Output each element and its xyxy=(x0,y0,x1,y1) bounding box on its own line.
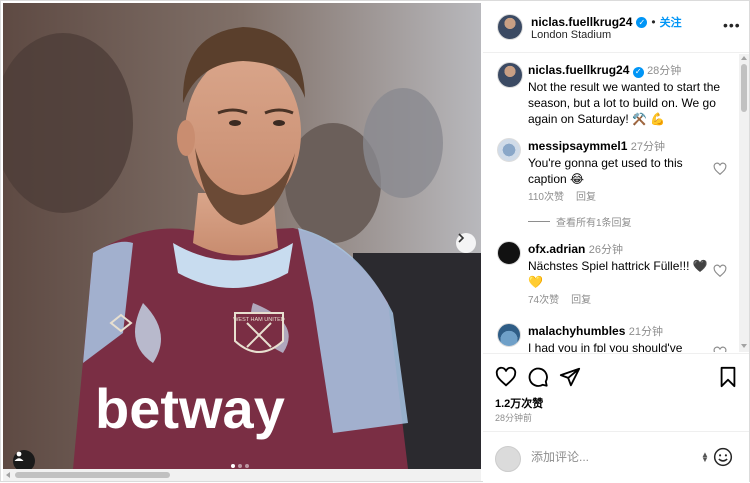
avatar[interactable] xyxy=(497,138,521,162)
comment-body: malachyhumbles 21分钟 I had you in fpl you… xyxy=(528,323,708,352)
comment-meta: 74次赞 回复 xyxy=(528,293,708,309)
comment-text: Nächstes Spiel hattrick Fülle!!! 🖤 💛 xyxy=(528,259,708,289)
send-icon[interactable] xyxy=(559,366,581,388)
tagged-users-button[interactable] xyxy=(13,450,35,469)
comment-likes[interactable]: 74次赞 xyxy=(528,293,559,309)
horizontal-scrollbar[interactable] xyxy=(3,469,481,481)
caption-body: niclas.fuellkrug24 ✓ 28分钟 Not the result… xyxy=(528,62,738,127)
input-spinner-icon[interactable]: ▲ ▼ xyxy=(701,451,709,464)
scrollbar-thumb[interactable] xyxy=(741,64,747,112)
comment-input[interactable]: 添加评论... xyxy=(531,448,589,465)
verified-badge-icon: ✓ xyxy=(632,66,644,78)
carousel-dot xyxy=(245,464,249,468)
post-sidebar: niclas.fuellkrug24 ✓ • 关注 London Stadium… xyxy=(483,1,749,483)
avatar xyxy=(495,446,521,472)
reply-button[interactable]: 回复 xyxy=(571,293,591,309)
comment-likes[interactable]: 110次赞 xyxy=(528,190,564,206)
caption-username[interactable]: niclas.fuellkrug24 xyxy=(528,63,629,77)
comment-composer: 添加评论... ▲ ▼ xyxy=(483,431,749,483)
bookmark-icon[interactable] xyxy=(717,366,739,388)
comment-text: You're gonna get used to this caption 😂 xyxy=(528,156,683,186)
post-dialog: WEST HAM UNITED betway niclas.fuellkrug2… xyxy=(0,0,750,483)
avatar[interactable] xyxy=(497,14,523,40)
scrollbar-thumb[interactable] xyxy=(15,472,170,478)
next-image-button[interactable] xyxy=(456,233,476,253)
more-icon[interactable]: ••• xyxy=(723,17,741,33)
player-photo: WEST HAM UNITED betway xyxy=(3,3,481,469)
scroll-up-icon[interactable] xyxy=(741,56,747,60)
comment-icon[interactable] xyxy=(527,366,549,388)
post-image[interactable]: WEST HAM UNITED betway xyxy=(3,3,481,469)
vertical-scrollbar[interactable] xyxy=(739,54,749,352)
replies-divider xyxy=(528,221,550,222)
action-bar: 1.2万次赞 28分钟前 xyxy=(483,353,749,431)
separator-dot: • xyxy=(651,15,656,29)
svg-text:WEST HAM UNITED: WEST HAM UNITED xyxy=(233,317,285,323)
author-username[interactable]: niclas.fuellkrug24 xyxy=(531,15,632,29)
avatar[interactable] xyxy=(497,62,523,88)
comment-username[interactable]: messipsaymmel1 xyxy=(528,139,627,153)
comment-body: ofx.adrian 26分钟 Nächstes Spiel hattrick … xyxy=(528,241,708,309)
heart-icon[interactable] xyxy=(713,264,727,278)
reply-button[interactable]: 回复 xyxy=(576,190,596,206)
scroll-left-icon[interactable] xyxy=(6,472,10,478)
avatar[interactable] xyxy=(497,241,521,265)
carousel-dot xyxy=(231,464,235,468)
post-timestamp: 28分钟前 xyxy=(495,413,533,423)
comment-time: 26分钟 xyxy=(588,244,623,256)
carousel-dot xyxy=(238,464,242,468)
user-icon xyxy=(14,451,24,461)
caption-time: 28分钟 xyxy=(647,65,682,77)
comments-list[interactable]: niclas.fuellkrug24 ✓ 28分钟 Not the result… xyxy=(483,54,739,352)
likes-count[interactable]: 1.2万次赞 xyxy=(495,395,543,411)
shirt-sponsor-text: betway xyxy=(95,377,285,440)
scroll-down-icon[interactable] xyxy=(741,344,747,348)
carousel-indicator xyxy=(231,464,249,468)
verified-badge-icon: ✓ xyxy=(636,16,648,28)
comment-meta: 110次赞 回复 xyxy=(528,190,708,206)
header-user-row: niclas.fuellkrug24 ✓ • 关注 xyxy=(531,14,682,30)
heart-icon[interactable] xyxy=(713,162,727,176)
caption-text: Not the result we wanted to start the se… xyxy=(528,80,721,126)
view-replies-text: 查看所有1条回复 xyxy=(556,218,632,229)
view-replies-link[interactable]: 查看所有1条回复 xyxy=(528,214,632,229)
location-link[interactable]: London Stadium xyxy=(531,29,611,41)
follow-button[interactable]: 关注 xyxy=(660,14,682,30)
comment-text: I had you in fpl you should've xyxy=(528,341,683,352)
post-header: niclas.fuellkrug24 ✓ • 关注 London Stadium… xyxy=(483,1,749,53)
emoji-icon[interactable] xyxy=(713,447,733,467)
comment-body: messipsaymmel1 27分钟 You're gonna get use… xyxy=(528,138,708,206)
comment-time: 27分钟 xyxy=(630,141,665,153)
comment-time: 21分钟 xyxy=(628,326,663,338)
chevron-right-icon xyxy=(458,233,465,243)
heart-icon[interactable] xyxy=(495,366,517,388)
heart-icon[interactable] xyxy=(713,346,727,352)
comment-username[interactable]: ofx.adrian xyxy=(528,242,585,256)
avatar[interactable] xyxy=(497,323,521,347)
comment-username[interactable]: malachyhumbles xyxy=(528,324,625,338)
